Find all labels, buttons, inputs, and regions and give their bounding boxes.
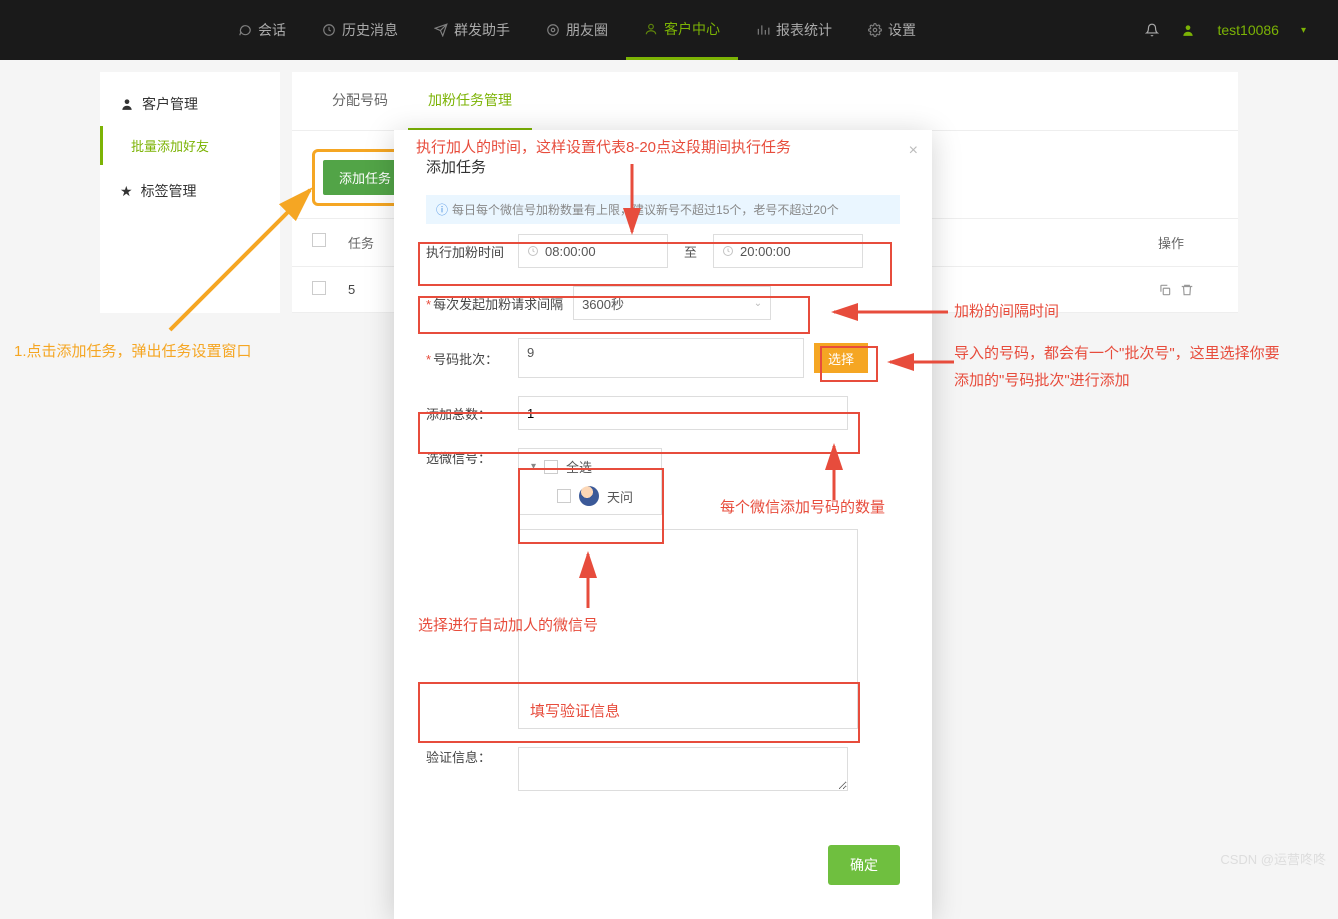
clock-from-icon xyxy=(527,245,539,257)
person-icon xyxy=(120,97,134,111)
nav-chat-label: 会话 xyxy=(258,20,286,40)
top-nav: 会话 历史消息 群发助手 朋友圈 客户中心 报表统计 设置 test10086 … xyxy=(0,0,1338,60)
account-name: 天问 xyxy=(607,487,633,506)
sidebar: 客户管理 批量添加好友 ★ 标签管理 xyxy=(100,72,280,313)
add-task-modal: 添加任务 × ⓘ 每日每个微信号加粉数量有上限，建议新号不超过15个，老号不超过… xyxy=(394,130,932,919)
select-all-checkbox[interactable] xyxy=(312,233,326,247)
modal-title: 添加任务 xyxy=(426,156,900,177)
time-to-val: 20:00:00 xyxy=(740,244,791,259)
info-text: 每日每个微信号加粉数量有上限，建议新号不超过15个，老号不超过20个 xyxy=(452,201,839,218)
interval-select[interactable]: 3600秒 ⌄ xyxy=(573,286,771,320)
label-verify: 验证信息： xyxy=(426,747,508,766)
stats-icon xyxy=(756,23,770,37)
chat-icon xyxy=(238,23,252,37)
time-to-label: 至 xyxy=(678,242,703,261)
nav-settings[interactable]: 设置 xyxy=(850,0,934,60)
interval-val: 3600秒 xyxy=(582,294,624,313)
ok-button[interactable]: 确定 xyxy=(828,845,900,885)
nav-moments-label: 朋友圈 xyxy=(566,20,608,40)
label-time: 执行加粉时间 xyxy=(426,242,508,261)
row-batch: *号码批次： 9 选择 xyxy=(426,338,900,378)
label-count: 添加总数： xyxy=(426,404,508,423)
nav-broadcast[interactable]: 群发助手 xyxy=(416,0,528,60)
nav-history[interactable]: 历史消息 xyxy=(304,0,416,60)
verify-input[interactable] xyxy=(518,747,848,791)
info-icon: ⓘ xyxy=(436,201,448,218)
bell-icon[interactable] xyxy=(1145,23,1159,37)
sidebar-group1-label: 客户管理 xyxy=(142,94,198,114)
nav-history-label: 历史消息 xyxy=(342,20,398,40)
row-count: 添加总数： xyxy=(426,396,900,430)
anno-click-text: 1.点击添加任务，弹出任务设置窗口 xyxy=(14,340,252,361)
sidebar-item-bulk-add[interactable]: 批量添加好友 xyxy=(100,126,280,165)
batch-input[interactable]: 9 xyxy=(518,338,804,378)
moments-icon xyxy=(546,23,560,37)
watermark: CSDN @运营咚咚 xyxy=(1220,849,1326,868)
tree-root[interactable]: ▾ 全选 xyxy=(531,457,649,476)
batch-val: 9 xyxy=(527,345,534,360)
copy-icon[interactable] xyxy=(1158,283,1172,297)
chevron-down-icon[interactable]: ▾ xyxy=(1301,25,1306,36)
nav-customer[interactable]: 客户中心 xyxy=(626,0,738,60)
nav-reports-label: 报表统计 xyxy=(776,20,832,40)
nav-broadcast-label: 群发助手 xyxy=(454,20,510,40)
time-from-input[interactable]: 08:00:00 xyxy=(518,234,668,268)
nav-reports[interactable]: 报表统计 xyxy=(738,0,850,60)
label-batch: *号码批次： xyxy=(426,349,508,368)
info-bar: ⓘ 每日每个微信号加粉数量有上限，建议新号不超过15个，老号不超过20个 xyxy=(426,195,900,224)
anno-batch-text: 导入的号码，都会有一个"批次号"，这里选择你要添加的"号码批次"进行添加 xyxy=(954,340,1294,394)
chevron-down-icon: ⌄ xyxy=(754,298,762,309)
select-button[interactable]: 选择 xyxy=(814,343,868,373)
nav-customer-label: 客户中心 xyxy=(664,19,720,39)
tabs: 分配号码 加粉任务管理 xyxy=(292,72,1238,131)
label-accounts: 选微信号： xyxy=(426,448,508,467)
send-icon xyxy=(434,23,448,37)
avatar xyxy=(579,486,599,506)
row-checkbox[interactable] xyxy=(312,281,326,295)
tree-item-1[interactable]: 天问 xyxy=(557,486,649,506)
username[interactable]: test10086 xyxy=(1217,22,1279,38)
user-icon xyxy=(644,22,658,36)
select-all-accounts-checkbox[interactable] xyxy=(544,460,558,474)
star-icon: ★ xyxy=(120,183,133,200)
time-to-input[interactable]: 20:00:00 xyxy=(713,234,863,268)
avatar-icon xyxy=(1181,23,1195,37)
tab-assign[interactable]: 分配号码 xyxy=(312,72,408,130)
nav-chat[interactable]: 会话 xyxy=(220,0,304,60)
account-checkbox[interactable] xyxy=(557,489,571,503)
caret-icon: ▾ xyxy=(531,461,536,472)
gear-icon xyxy=(868,23,882,37)
close-icon[interactable]: × xyxy=(909,142,918,160)
nav-moments[interactable]: 朋友圈 xyxy=(528,0,626,60)
label-interval: *每次发起加粉请求间隔 xyxy=(426,294,563,313)
clock-to-icon xyxy=(722,245,734,257)
sidebar-group2-label: 标签管理 xyxy=(141,181,197,201)
col-op: 操作 xyxy=(1158,233,1218,252)
nav-settings-label: 设置 xyxy=(888,20,916,40)
tree-all-label: 全选 xyxy=(566,457,592,476)
account-tree: ▾ 全选 天问 xyxy=(518,448,662,515)
tab-tasks[interactable]: 加粉任务管理 xyxy=(408,72,532,130)
trash-icon[interactable] xyxy=(1180,283,1194,297)
row-time: 执行加粉时间 08:00:00 至 20:00:00 xyxy=(426,234,900,268)
row-accounts: 选微信号： ▾ 全选 天问 xyxy=(426,448,900,515)
clock-icon xyxy=(322,23,336,37)
account-list-pane xyxy=(518,529,858,729)
row-interval: *每次发起加粉请求间隔 3600秒 ⌄ xyxy=(426,286,900,320)
sidebar-group-customer[interactable]: 客户管理 xyxy=(100,82,280,126)
count-input[interactable] xyxy=(518,396,848,430)
row-verify: 验证信息： xyxy=(426,747,900,791)
time-from-val: 08:00:00 xyxy=(545,244,596,259)
sidebar-group-tags[interactable]: ★ 标签管理 xyxy=(100,165,280,217)
